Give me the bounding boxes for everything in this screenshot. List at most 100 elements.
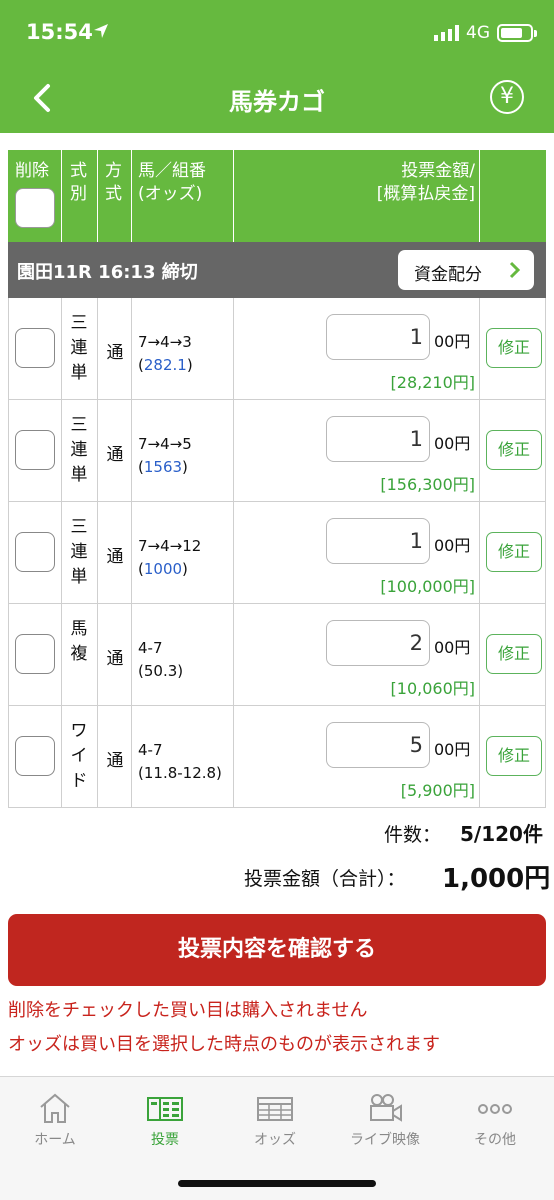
bet-row: 三連単通 7→4→3 (282.1) 1 00円 [28,210円] 修正 [8, 298, 546, 400]
tab-more[interactable]: その他 [440, 1077, 550, 1157]
amount-value: 1 [409, 427, 423, 451]
estimated-payout: [28,210円] [390, 373, 475, 392]
bet-combination: 4-7 [138, 639, 163, 657]
bet-combination: 7→4→5 [138, 435, 192, 453]
header-amount-l2: [概算払戻金] [376, 184, 475, 204]
bet-type: 三連単 [62, 311, 96, 386]
chevron-right-icon [509, 261, 521, 279]
type-cell: 三連単 [62, 502, 98, 603]
amount-unit: 00円 [434, 332, 471, 351]
estimated-payout: [5,900円] [400, 781, 475, 800]
status-bar: 15:54 4G [0, 0, 554, 68]
bet-type-char: 三 [70, 517, 88, 537]
confirm-bet-button[interactable]: 投票内容を確認する [8, 914, 546, 986]
combo-cell: 4-7 (11.8-12.8) [132, 706, 234, 807]
delete-checkbox[interactable] [15, 634, 55, 674]
tab-odds[interactable]: オッズ [220, 1077, 330, 1157]
bet-row: ワイド通 4-7 (11.8-12.8) 5 00円 [5,900円] 修正 [8, 706, 546, 808]
bet-combination: 7→4→12 [138, 537, 202, 555]
bet-type-char: 単 [70, 363, 88, 383]
amount-input[interactable]: 1 [326, 314, 430, 360]
tab-vote-label: 投票 [151, 1132, 179, 1148]
edit-button[interactable]: 修正 [486, 430, 542, 470]
header-type: 式別 [62, 150, 98, 242]
header-method-l1: 方 [105, 161, 122, 181]
header-combo: 馬／組番 (オッズ) [132, 150, 234, 242]
bet-type-char: ド [70, 771, 88, 791]
method-cell: 通 [98, 502, 132, 603]
delete-checkbox[interactable] [15, 328, 55, 368]
combo-cell: 7→4→12 (1000) [132, 502, 234, 603]
count-label: 件数： [384, 824, 442, 846]
count-value: 5/120件 [460, 822, 543, 846]
type-cell: 三連単 [62, 298, 98, 399]
count-summary: 件数： 5/120件 [0, 816, 554, 846]
tab-live-label: ライブ映像 [350, 1132, 420, 1148]
edit-button[interactable]: 修正 [486, 532, 542, 572]
header-method-l2: 式 [105, 184, 122, 204]
amount-input[interactable]: 1 [326, 518, 430, 564]
tab-live[interactable]: ライブ映像 [330, 1077, 440, 1157]
header-delete: 削除 [8, 150, 62, 242]
select-all-checkbox[interactable] [15, 188, 55, 228]
yen-icon[interactable]: ¥ [490, 80, 524, 114]
table-header: 削除 式別 方式 馬／組番 (オッズ) 投票金額/ [概算払戻金] [8, 150, 546, 242]
app-header: 15:54 4G 馬券カゴ ¥ [0, 0, 554, 133]
bet-type: 馬複 [62, 617, 96, 667]
amount-input[interactable]: 2 [326, 620, 430, 666]
race-label: 園田11R 16:13 締切 [17, 262, 198, 283]
edit-button[interactable]: 修正 [486, 328, 542, 368]
bet-method: 通 [106, 751, 124, 771]
delete-cell [9, 502, 62, 603]
bet-method: 通 [106, 343, 124, 363]
edit-button[interactable]: 修正 [486, 634, 542, 674]
bet-type-char: 単 [70, 567, 88, 587]
amount-value: 1 [409, 325, 423, 349]
odds-table-icon [257, 1097, 293, 1121]
bet-row: 三連単通 7→4→12 (1000) 1 00円 [100,000円] 修正 [8, 502, 546, 604]
amount-input[interactable]: 1 [326, 416, 430, 462]
odds-close: ) [182, 458, 188, 476]
odds-value: 1000 [143, 560, 183, 578]
delete-checkbox[interactable] [15, 430, 55, 470]
combo-cell: 4-7 (50.3) [132, 604, 234, 705]
total-label: 投票金額（合計）： [244, 868, 406, 890]
edit-button[interactable]: 修正 [486, 736, 542, 776]
type-cell: 馬複 [62, 604, 98, 705]
notice-delete: 削除をチェックした買い目は購入されません [8, 1000, 368, 1021]
tab-odds-label: オッズ [254, 1132, 296, 1148]
type-cell: ワイド [62, 706, 98, 807]
tab-home-label: ホーム [34, 1132, 76, 1148]
header-combo-l2: (オッズ) [138, 184, 203, 204]
method-cell: 通 [98, 604, 132, 705]
location-arrow-icon [94, 24, 108, 38]
allocate-funds-button[interactable]: 資金配分 [398, 250, 534, 290]
method-cell: 通 [98, 400, 132, 501]
odds-close: ) [182, 560, 188, 578]
yen-symbol: ¥ [500, 84, 514, 109]
more-dots-icon [478, 1104, 512, 1114]
bet-combination: 7→4→3 [138, 333, 192, 351]
bet-odds: (11.8-12.8) [138, 762, 222, 785]
estimated-payout: [10,060円] [390, 679, 475, 698]
edit-cell: 修正 [480, 706, 545, 807]
bet-odds: (282.1) [138, 354, 193, 377]
odds-value: 282.1 [143, 356, 187, 374]
bet-method: 通 [106, 547, 124, 567]
header-method: 方式 [98, 150, 132, 242]
amount-value: 1 [409, 529, 423, 553]
allocate-funds-label: 資金配分 [414, 265, 482, 285]
notice-odds: オッズは買い目を選択した時点のものが表示されます [8, 1034, 440, 1055]
ticket-icon [147, 1097, 183, 1121]
page-title: 馬券カゴ [229, 88, 325, 116]
bet-type-char: 連 [70, 338, 88, 358]
network-type: 4G [466, 23, 490, 43]
tab-home[interactable]: ホーム [0, 1077, 110, 1157]
amount-unit: 00円 [434, 638, 471, 657]
delete-checkbox[interactable] [15, 736, 55, 776]
status-time: 15:54 [26, 20, 93, 44]
amount-input[interactable]: 5 [326, 722, 430, 768]
tab-vote[interactable]: 投票 [110, 1077, 220, 1157]
header-delete-label: 削除 [15, 161, 49, 181]
delete-checkbox[interactable] [15, 532, 55, 572]
